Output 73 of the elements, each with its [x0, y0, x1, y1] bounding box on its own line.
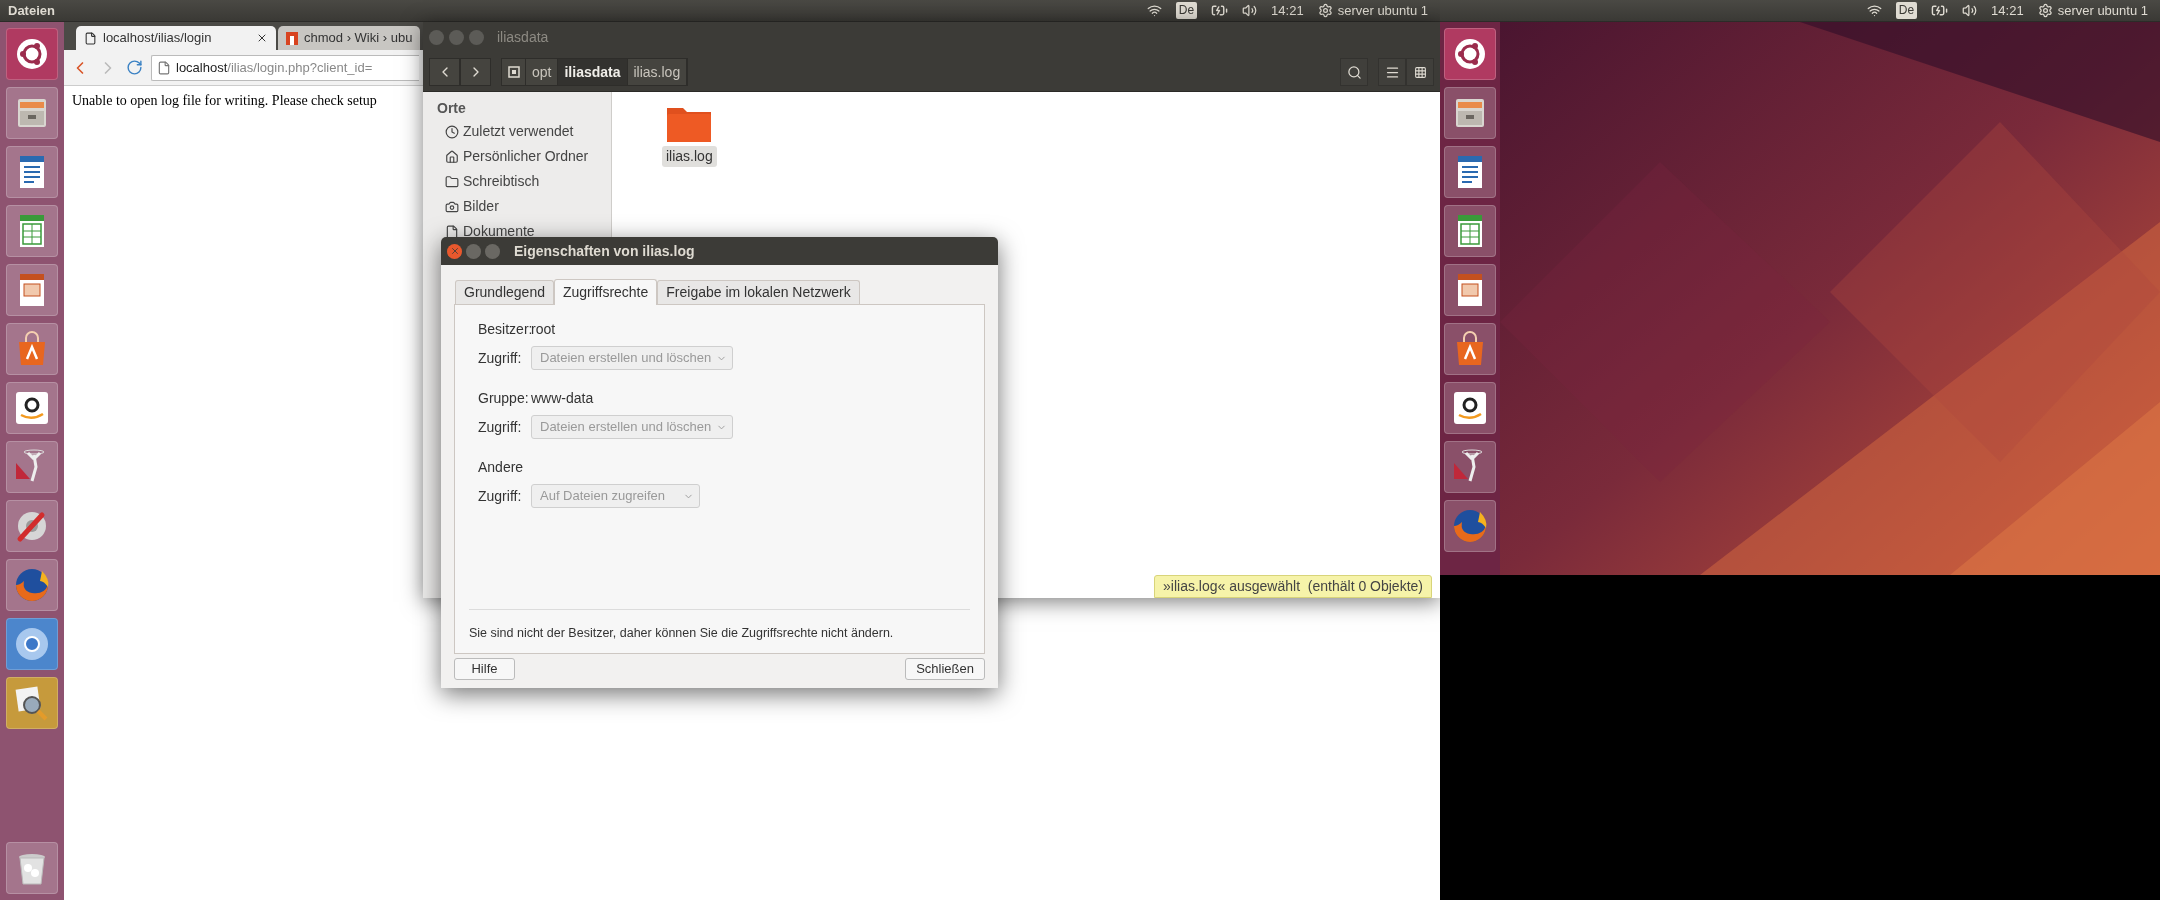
permission-note: Sie sind nicht der Besitzer, daher können Sie die Zugriffsrechte nicht ändern.	[469, 625, 895, 643]
list-view-button[interactable]	[1378, 58, 1406, 86]
access-label: Zugriff:	[478, 348, 523, 368]
clock[interactable]: 14:21	[1991, 0, 2024, 21]
browser-tab[interactable]: localhost/ilias/login	[76, 26, 276, 50]
sidebar-heading: Orte	[436, 99, 467, 118]
launcher-button[interactable]	[1444, 264, 1496, 316]
path-segment[interactable]: iliasdata	[558, 59, 628, 85]
home-icon	[445, 149, 459, 164]
session-name[interactable]: server ubuntu 1	[2057, 0, 2148, 21]
sidebar-item[interactable]: Schreibtisch	[423, 169, 611, 194]
section-value: root	[531, 320, 556, 339]
wifi-icon[interactable]	[1146, 3, 1162, 18]
section-label: Gruppe:	[478, 389, 530, 408]
section-label: Andere	[478, 458, 525, 477]
launcher-button[interactable]	[1444, 205, 1496, 257]
launcher-button[interactable]	[6, 382, 58, 434]
sidebar-item[interactable]: Bilder	[423, 194, 611, 219]
section-value: www-data	[531, 389, 594, 408]
url-text: localhost/ilias/login.php?client_id=	[176, 58, 373, 77]
address-bar[interactable]: localhost/ilias/login.php?client_id=	[151, 54, 419, 81]
access-label: Zugriff:	[478, 417, 523, 437]
grid-view-button[interactable]	[1406, 58, 1434, 86]
gear-icon[interactable]	[1317, 3, 1333, 18]
close-button[interactable]	[447, 243, 462, 259]
document-icon	[445, 224, 459, 239]
status-label: »ilias.log« ausgewählt (enthält 0 Objekte)	[1154, 575, 1432, 598]
keyboard-layout-indicator[interactable]: De	[1895, 2, 1918, 19]
page-icon	[84, 31, 97, 45]
dialog-tab[interactable]: Grundlegend	[455, 280, 554, 304]
section-label: Besitzer:	[478, 320, 531, 339]
launcher-button[interactable]	[6, 28, 58, 80]
search-button[interactable]	[1340, 58, 1368, 86]
session-name[interactable]: server ubuntu 1	[1337, 0, 1428, 21]
browser-tab[interactable]: chmod › Wiki › ubu	[278, 26, 421, 50]
reload-icon[interactable]	[126, 59, 143, 76]
keyboard-layout-indicator[interactable]: De	[1175, 2, 1198, 19]
file-item[interactable]: ilias.log	[662, 104, 717, 167]
folder-icon	[445, 174, 459, 189]
launcher-button[interactable]	[1444, 382, 1496, 434]
sidebar-item[interactable]: Zuletzt verwendet	[423, 119, 611, 144]
small-logo-icon	[286, 31, 298, 45]
drive-icon	[507, 66, 520, 78]
clock[interactable]: 14:21	[1271, 0, 1304, 21]
grid-icon	[1413, 65, 1427, 79]
volume-icon[interactable]	[1242, 3, 1258, 18]
gear-icon[interactable]	[2037, 3, 2053, 18]
launcher-button[interactable]	[1444, 146, 1496, 198]
volume-icon[interactable]	[1962, 3, 1978, 18]
sidebar-item[interactable]: Persönlicher Ordner	[423, 144, 611, 169]
dialog-button[interactable]: Schließen	[905, 658, 985, 680]
dialog-title: Eigenschaften von ilias.log	[514, 241, 695, 261]
tab-title: chmod › Wiki › ubu	[304, 29, 413, 48]
app-title: Dateien	[8, 1, 55, 20]
close-icon[interactable]	[256, 32, 268, 44]
back-button[interactable]	[429, 58, 460, 86]
forward-button[interactable]	[460, 58, 491, 86]
camera-icon	[445, 199, 459, 214]
window-title: iliasdata	[497, 28, 549, 47]
dialog-tab[interactable]: Freigabe im lokalen Netzwerk	[657, 280, 860, 304]
list-icon	[1384, 64, 1400, 80]
dialog-button[interactable]: Hilfe	[454, 658, 515, 680]
page-icon	[157, 60, 171, 75]
error-message: Unable to open log file for writing. Please check setup	[72, 92, 377, 110]
dialog-tab[interactable]: Zugriffsrechte	[553, 279, 658, 305]
path-segment[interactable]: ilias.log	[627, 59, 688, 85]
search-icon	[1346, 64, 1362, 80]
access-label: Zugriff:	[478, 486, 523, 506]
clock-icon	[445, 124, 459, 139]
tab-title: localhost/ilias/login	[103, 29, 212, 48]
wifi-icon[interactable]	[1866, 3, 1882, 18]
close-icon	[449, 246, 460, 256]
launcher-button[interactable]	[1444, 28, 1496, 80]
